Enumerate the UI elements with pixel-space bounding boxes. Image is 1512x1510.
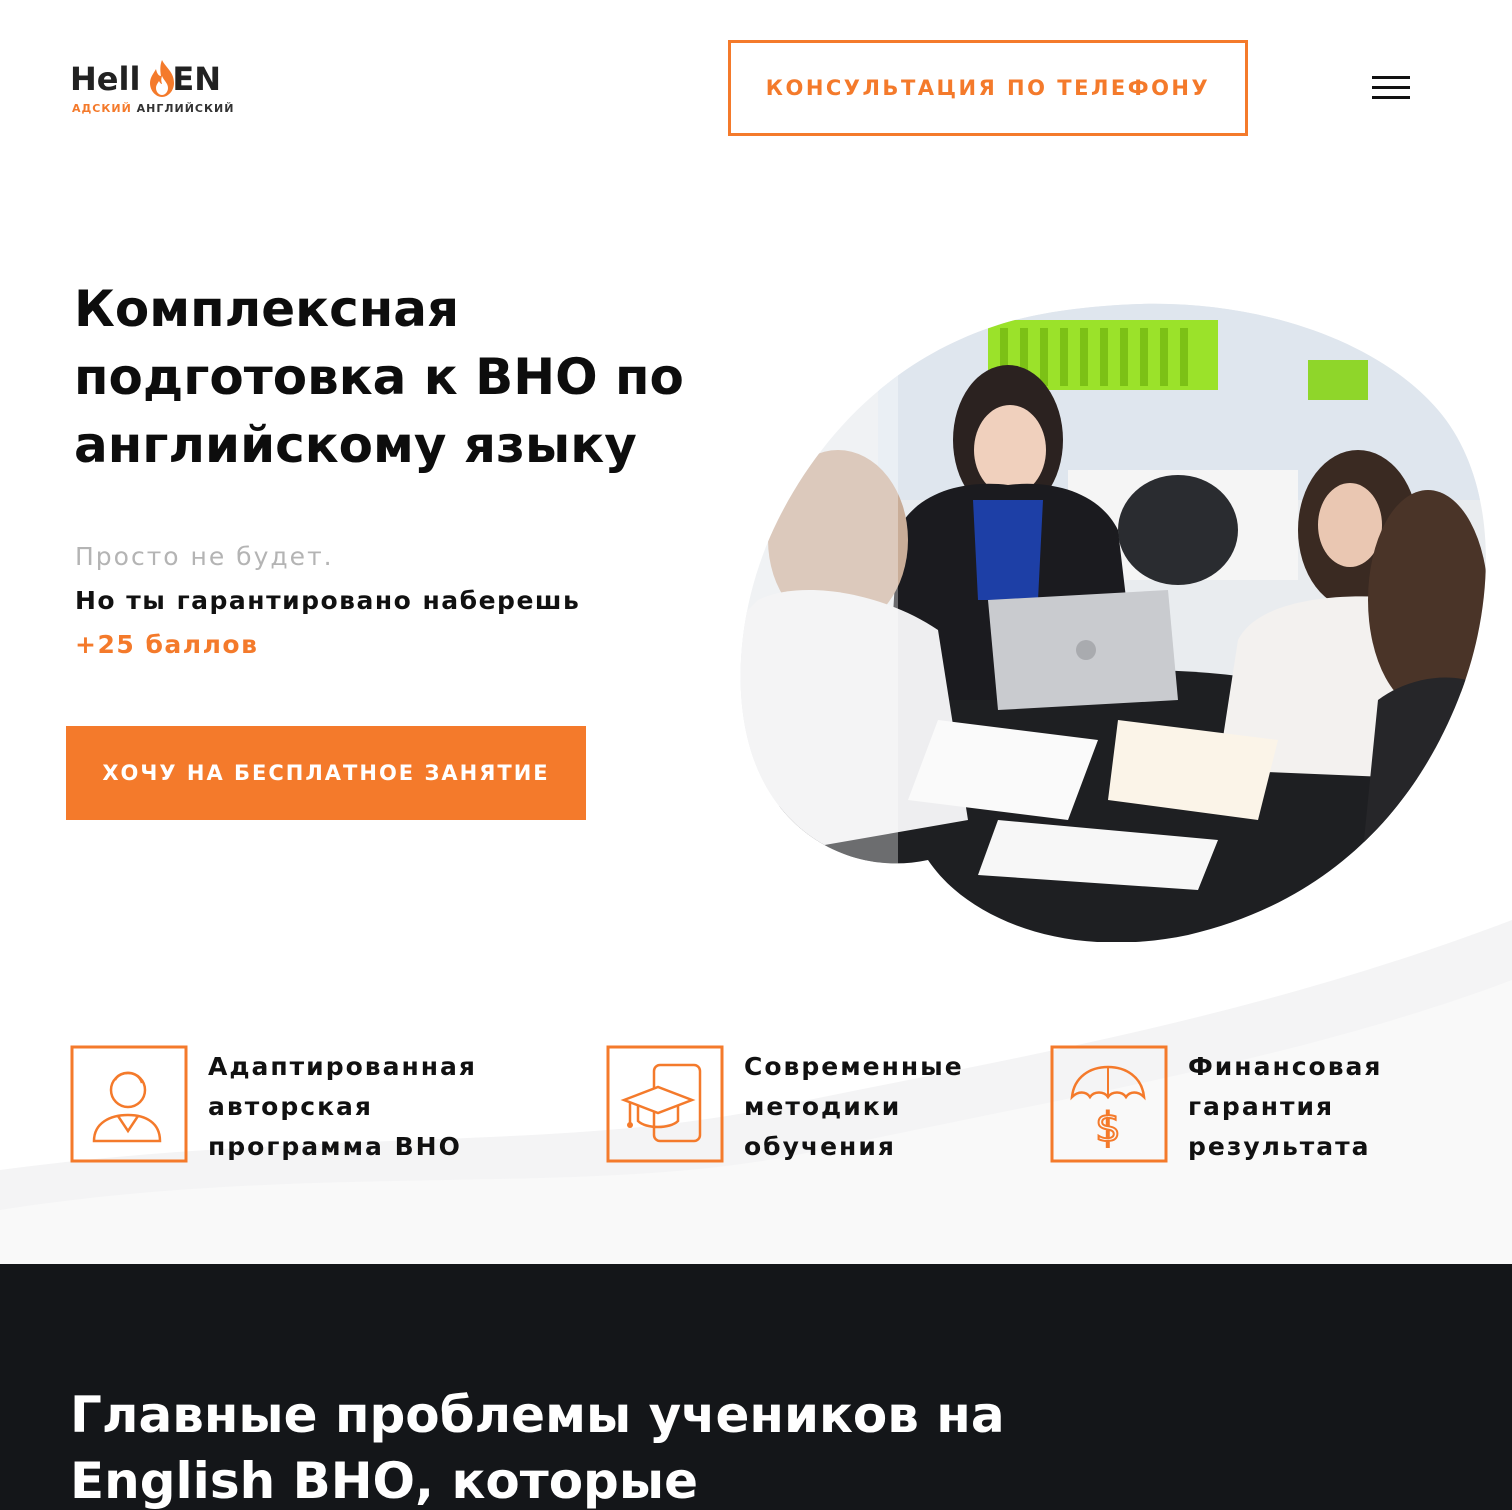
- feature-modern-methods: Современные методики обучения: [606, 1045, 1026, 1165]
- menu-icon[interactable]: [1372, 74, 1410, 102]
- feature-line: результата: [1188, 1132, 1371, 1161]
- feature-label: Финансовая гарантия результата: [1188, 1047, 1382, 1167]
- feature-line: Финансовая: [1188, 1052, 1383, 1081]
- free-lesson-button[interactable]: ХОЧУ НА БЕСПЛАТНОЕ ЗАНЯТИЕ: [66, 726, 586, 820]
- feature-line: гарантия: [1188, 1092, 1335, 1121]
- feature-line: авторская: [208, 1092, 373, 1121]
- logo[interactable]: Hell EN АДСКИЙ АНГЛИЙСКИЙ: [70, 58, 240, 120]
- hero-subtitle-muted: Просто не будет.: [75, 542, 334, 571]
- feature-label: Адаптированная авторская программа ВНО: [208, 1047, 477, 1167]
- feature-line: методики: [744, 1092, 902, 1121]
- flame-icon: [150, 60, 174, 97]
- menu-icon-bar: [1372, 96, 1410, 99]
- hero-photo: [740, 303, 1486, 942]
- feature-line: Адаптированная: [208, 1052, 477, 1081]
- umbrella-dollar-icon: $: [1050, 1045, 1168, 1163]
- hero-score-highlight: +25 баллов: [75, 630, 259, 659]
- feature-line: Современные: [744, 1052, 964, 1081]
- feature-financial-guarantee: $ Финансовая гарантия результата: [1050, 1045, 1490, 1165]
- feature-adapted-program: Адаптированная авторская программа ВНО: [70, 1045, 540, 1165]
- phone-consultation-button[interactable]: КОНСУЛЬТАЦИЯ ПО ТЕЛЕФОНУ: [728, 40, 1248, 136]
- problems-section: Главные проблемы учеников на English ВНО…: [0, 1264, 1512, 1510]
- logo-tagline-orange: АДСКИЙ: [72, 102, 132, 115]
- hero-subtitle: Но ты гарантировано наберешь: [75, 586, 581, 615]
- feature-line: программа ВНО: [208, 1132, 462, 1161]
- logo-tagline: АДСКИЙ АНГЛИЙСКИЙ: [72, 102, 234, 115]
- logo-part-en: EN: [172, 60, 222, 98]
- graduation-phone-icon: [606, 1045, 724, 1163]
- menu-icon-bar: [1372, 76, 1410, 79]
- logo-part-hell: Hell: [70, 60, 141, 98]
- logo-tagline-dark: АНГЛИЙСКИЙ: [136, 102, 235, 115]
- feature-line: обучения: [744, 1132, 896, 1161]
- menu-icon-bar: [1372, 86, 1410, 89]
- problems-title: Главные проблемы учеников на English ВНО…: [70, 1386, 1005, 1510]
- person-icon: [70, 1045, 188, 1163]
- hero-title: Комплексная подготовка к ВНО по английск…: [74, 280, 684, 474]
- svg-text:$: $: [1095, 1105, 1120, 1151]
- feature-label: Современные методики обучения: [744, 1047, 964, 1167]
